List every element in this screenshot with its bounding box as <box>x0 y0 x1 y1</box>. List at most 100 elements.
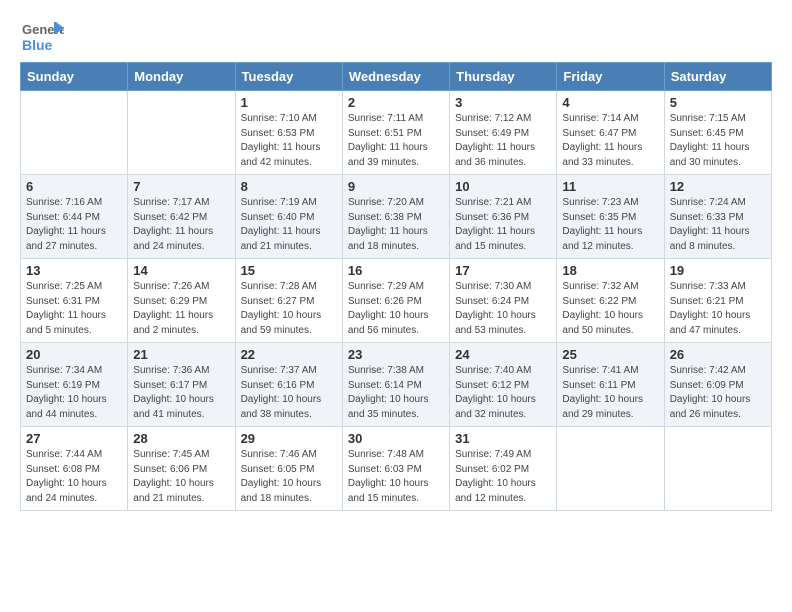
day-info: Sunrise: 7:42 AMSunset: 6:09 PMDaylight:… <box>670 364 766 422</box>
weekday-header-row: SundayMondayTuesdayWednesdayThursdayFrid… <box>21 63 772 91</box>
weekday-header-saturday: Saturday <box>664 63 771 91</box>
day-number: 16 <box>348 263 444 278</box>
calendar-cell: 12 Sunrise: 7:24 AMSunset: 6:33 PMDayligh… <box>664 175 771 259</box>
svg-text:Blue: Blue <box>22 37 53 53</box>
day-info: Sunrise: 7:14 AMSunset: 6:47 PMDaylight:… <box>562 112 658 170</box>
day-info: Sunrise: 7:33 AMSunset: 6:21 PMDaylight:… <box>670 280 766 338</box>
calendar-cell: 10Sunrise: 7:21 AMSunset: 6:36 PMDayligh… <box>450 175 557 259</box>
calendar-cell: 4 Sunrise: 7:14 AMSunset: 6:47 PMDaylight… <box>557 91 664 175</box>
day-info: Sunrise: 7:12 AMSunset: 6:49 PMDaylight:… <box>455 112 551 170</box>
day-info: Sunrise: 7:25 AMSunset: 6:31 PMDaylight:… <box>26 280 122 338</box>
day-info: Sunrise: 7:11 AMSunset: 6:51 PMDaylight:… <box>348 112 444 170</box>
day-info: Sunrise: 7:15 AMSunset: 6:45 PMDaylight:… <box>670 112 766 170</box>
day-info: Sunrise: 7:10 AMSunset: 6:53 PMDaylight:… <box>241 112 337 170</box>
day-info: Sunrise: 7:17 AMSunset: 6:42 PMDaylight:… <box>133 196 229 254</box>
day-number: 25 <box>562 347 658 362</box>
day-info: Sunrise: 7:24 AMSunset: 6:33 PMDaylight:… <box>670 196 766 254</box>
calendar-cell: 11Sunrise: 7:23 AMSunset: 6:35 PMDayligh… <box>557 175 664 259</box>
calendar-table: SundayMondayTuesdayWednesdayThursdayFrid… <box>20 62 772 511</box>
week-row-1: 1 Sunrise: 7:10 AMSunset: 6:53 PMDaylight… <box>21 91 772 175</box>
weekday-header-tuesday: Tuesday <box>235 63 342 91</box>
day-info: Sunrise: 7:45 AMSunset: 6:06 PMDaylight:… <box>133 448 229 506</box>
day-info: Sunrise: 7:19 AMSunset: 6:40 PMDaylight:… <box>241 196 337 254</box>
day-number: 22 <box>241 347 337 362</box>
calendar-cell: 15Sunrise: 7:28 AMSunset: 6:27 PMDayligh… <box>235 259 342 343</box>
week-row-5: 27 Sunrise: 7:44 AMSunset: 6:08 PMDayligh… <box>21 427 772 511</box>
day-number: 19 <box>670 263 766 278</box>
calendar-cell <box>557 427 664 511</box>
day-number: 7 <box>133 179 229 194</box>
calendar-cell: 25Sunrise: 7:41 AMSunset: 6:11 PMDayligh… <box>557 343 664 427</box>
day-number: 17 <box>455 263 551 278</box>
day-number: 30 <box>348 431 444 446</box>
day-info: Sunrise: 7:40 AMSunset: 6:12 PMDaylight:… <box>455 364 551 422</box>
day-number: 12 <box>670 179 766 194</box>
calendar-cell: 22 Sunrise: 7:37 AMSunset: 6:16 PMDayligh… <box>235 343 342 427</box>
calendar-cell: 1 Sunrise: 7:10 AMSunset: 6:53 PMDaylight… <box>235 91 342 175</box>
day-number: 9 <box>348 179 444 194</box>
calendar-cell <box>664 427 771 511</box>
day-number: 1 <box>241 95 337 110</box>
calendar-cell: 7 Sunrise: 7:17 AMSunset: 6:42 PMDaylight… <box>128 175 235 259</box>
calendar-cell: 27 Sunrise: 7:44 AMSunset: 6:08 PMDayligh… <box>21 427 128 511</box>
day-number: 20 <box>26 347 122 362</box>
day-info: Sunrise: 7:23 AMSunset: 6:35 PMDaylight:… <box>562 196 658 254</box>
weekday-header-sunday: Sunday <box>21 63 128 91</box>
day-number: 4 <box>562 95 658 110</box>
logo-icon: General Blue <box>20 14 64 58</box>
day-number: 27 <box>26 431 122 446</box>
calendar-cell: 5 Sunrise: 7:15 AMSunset: 6:45 PMDaylight… <box>664 91 771 175</box>
day-info: Sunrise: 7:44 AMSunset: 6:08 PMDaylight:… <box>26 448 122 506</box>
week-row-4: 20 Sunrise: 7:34 AMSunset: 6:19 PMDayligh… <box>21 343 772 427</box>
day-number: 28 <box>133 431 229 446</box>
day-number: 24 <box>455 347 551 362</box>
calendar-cell: 21Sunrise: 7:36 AMSunset: 6:17 PMDayligh… <box>128 343 235 427</box>
day-number: 6 <box>26 179 122 194</box>
calendar-wrapper: SundayMondayTuesdayWednesdayThursdayFrid… <box>0 62 792 521</box>
day-info: Sunrise: 7:46 AMSunset: 6:05 PMDaylight:… <box>241 448 337 506</box>
day-number: 21 <box>133 347 229 362</box>
calendar-cell: 28 Sunrise: 7:45 AMSunset: 6:06 PMDayligh… <box>128 427 235 511</box>
day-number: 2 <box>348 95 444 110</box>
calendar-cell: 30 Sunrise: 7:48 AMSunset: 6:03 PMDayligh… <box>342 427 449 511</box>
calendar-cell: 17Sunrise: 7:30 AMSunset: 6:24 PMDayligh… <box>450 259 557 343</box>
day-info: Sunrise: 7:26 AMSunset: 6:29 PMDaylight:… <box>133 280 229 338</box>
weekday-header-thursday: Thursday <box>450 63 557 91</box>
calendar-cell: 9 Sunrise: 7:20 AMSunset: 6:38 PMDaylight… <box>342 175 449 259</box>
day-number: 14 <box>133 263 229 278</box>
logo: General Blue <box>20 14 64 58</box>
calendar-cell <box>21 91 128 175</box>
calendar-cell <box>128 91 235 175</box>
calendar-cell: 2 Sunrise: 7:11 AMSunset: 6:51 PMDaylight… <box>342 91 449 175</box>
day-info: Sunrise: 7:32 AMSunset: 6:22 PMDaylight:… <box>562 280 658 338</box>
calendar-cell: 3 Sunrise: 7:12 AMSunset: 6:49 PMDaylight… <box>450 91 557 175</box>
day-info: Sunrise: 7:37 AMSunset: 6:16 PMDaylight:… <box>241 364 337 422</box>
calendar-cell: 8Sunrise: 7:19 AMSunset: 6:40 PMDaylight… <box>235 175 342 259</box>
day-number: 31 <box>455 431 551 446</box>
calendar-cell: 16Sunrise: 7:29 AMSunset: 6:26 PMDayligh… <box>342 259 449 343</box>
week-row-2: 6Sunrise: 7:16 AMSunset: 6:44 PMDaylight… <box>21 175 772 259</box>
day-info: Sunrise: 7:20 AMSunset: 6:38 PMDaylight:… <box>348 196 444 254</box>
calendar-cell: 23Sunrise: 7:38 AMSunset: 6:14 PMDayligh… <box>342 343 449 427</box>
week-row-3: 13 Sunrise: 7:25 AMSunset: 6:31 PMDayligh… <box>21 259 772 343</box>
day-number: 29 <box>241 431 337 446</box>
day-info: Sunrise: 7:48 AMSunset: 6:03 PMDaylight:… <box>348 448 444 506</box>
calendar-cell: 29 Sunrise: 7:46 AMSunset: 6:05 PMDayligh… <box>235 427 342 511</box>
weekday-header-wednesday: Wednesday <box>342 63 449 91</box>
weekday-header-friday: Friday <box>557 63 664 91</box>
calendar-cell: 24 Sunrise: 7:40 AMSunset: 6:12 PMDayligh… <box>450 343 557 427</box>
page-header: General Blue <box>0 0 792 62</box>
day-number: 3 <box>455 95 551 110</box>
day-info: Sunrise: 7:34 AMSunset: 6:19 PMDaylight:… <box>26 364 122 422</box>
day-number: 5 <box>670 95 766 110</box>
weekday-header-monday: Monday <box>128 63 235 91</box>
calendar-cell: 14 Sunrise: 7:26 AMSunset: 6:29 PMDayligh… <box>128 259 235 343</box>
day-number: 23 <box>348 347 444 362</box>
calendar-cell: 31Sunrise: 7:49 AMSunset: 6:02 PMDayligh… <box>450 427 557 511</box>
calendar-cell: 20 Sunrise: 7:34 AMSunset: 6:19 PMDayligh… <box>21 343 128 427</box>
calendar-cell: 6Sunrise: 7:16 AMSunset: 6:44 PMDaylight… <box>21 175 128 259</box>
day-number: 10 <box>455 179 551 194</box>
day-number: 13 <box>26 263 122 278</box>
calendar-cell: 13 Sunrise: 7:25 AMSunset: 6:31 PMDayligh… <box>21 259 128 343</box>
calendar-cell: 26Sunrise: 7:42 AMSunset: 6:09 PMDayligh… <box>664 343 771 427</box>
